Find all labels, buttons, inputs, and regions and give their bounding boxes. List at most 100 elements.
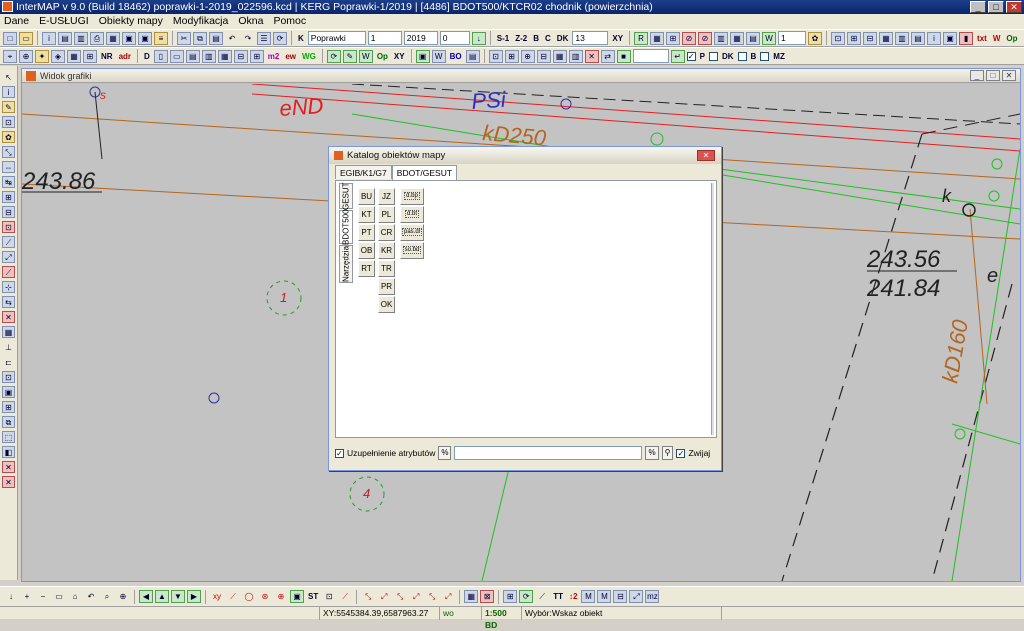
tool-icon[interactable]: ⊡ [831,31,846,45]
catalog-button-ob[interactable]: OB [358,242,375,259]
d-button[interactable]: D [142,50,152,63]
tool-icon[interactable]: ▣ [415,49,430,63]
catalog-button-dbp[interactable]: d.bp [400,188,424,205]
enter-icon[interactable]: ↵ [670,49,685,63]
tool-icon[interactable]: ⊞ [2,401,15,413]
collapse-checkbox[interactable]: ✓ [676,448,686,458]
nr-button[interactable]: NR [99,50,115,63]
tool-icon[interactable]: ▤ [746,31,761,45]
tool-icon[interactable]: ⊡ [2,371,15,383]
tool-number-input[interactable]: 1 [778,31,807,45]
tool-icon[interactable]: ⊞ [847,31,862,45]
tool-icon[interactable]: ⟋ [338,590,352,603]
map-close-button[interactable]: ✕ [1002,70,1016,81]
search-input[interactable] [454,446,643,460]
cut-icon[interactable]: ✂ [177,31,191,45]
dialog-close-button[interactable]: ✕ [697,150,715,161]
tool-icon[interactable]: ▦ [464,590,479,603]
tool-icon[interactable]: ⊟ [2,206,15,218]
pan-up-icon[interactable]: ▲ [155,590,169,603]
pointer-icon[interactable]: ↖ [2,71,15,83]
arrow-down-icon[interactable]: ↓ [4,590,18,603]
tool-icon[interactable]: ⊠ [480,590,495,603]
w-button[interactable]: W [991,32,1003,45]
op2-button[interactable]: Op [375,50,390,63]
tool-icon[interactable]: ⇄ [600,49,615,63]
tool-icon[interactable]: ⊏ [2,356,15,368]
tool-icon[interactable]: ↶ [84,590,98,603]
tool-icon[interactable]: ⤢ [629,590,644,603]
catalog-button-kt[interactable]: KT [358,206,375,223]
tool-icon[interactable]: ⟋ [2,236,15,248]
catalog-button-bu[interactable]: BU [358,188,375,205]
catalog-button-pl[interactable]: PL [378,206,395,223]
tool-icon[interactable]: ⊞ [2,191,15,203]
info-icon[interactable]: i [2,86,15,98]
attributes-checkbox[interactable]: ✓ [335,448,344,458]
tool-icon[interactable]: ▦ [217,49,232,63]
xy2-button[interactable]: XY [392,50,407,63]
list-icon[interactable]: ☰ [257,31,271,45]
tool-icon[interactable]: ⊟ [863,31,878,45]
tool-icon[interactable]: ⊕ [520,49,535,63]
tool-icon[interactable]: ▣ [2,386,15,398]
tool-icon[interactable]: ▦ [552,49,567,63]
tool-icon[interactable]: ▣ [290,590,304,603]
ew-button[interactable]: ew [283,50,298,63]
tool-icon[interactable]: ⊘ [682,31,697,45]
minus-icon[interactable]: − [36,590,50,603]
tab-egib[interactable]: EGIB/K1/G7 [335,165,392,179]
save-as-icon[interactable]: ▣ [138,31,152,45]
catalog-button-tr[interactable]: TR [378,260,395,277]
vtab-narzedzia[interactable]: Narzędzia [339,245,353,283]
pan-left-icon[interactable]: ◀ [139,590,153,603]
new-file-icon[interactable]: □ [3,31,17,45]
catalog-button-dbt[interactable]: d.bt [400,206,424,223]
menu-pomoc[interactable]: Pomoc [273,14,306,29]
blank-input[interactable] [632,49,669,63]
undo-icon[interactable]: ↶ [225,32,239,45]
b-button[interactable]: B [531,32,541,45]
tool-icon[interactable]: ✦ [35,49,49,63]
tool-icon[interactable]: ⊛ [258,590,272,603]
menu-obiekty-mapy[interactable]: Obiekty mapy [99,14,163,29]
z2-button[interactable]: Z-2 [513,32,529,45]
tool-icon[interactable]: ⊞ [503,590,518,603]
tool-icon[interactable]: ⊘ [698,31,713,45]
tool-icon[interactable]: ▦ [67,49,81,63]
tool-icon[interactable]: ✿ [2,131,15,143]
tool-icon[interactable]: ◯ [242,590,256,603]
tt-button[interactable]: TT [551,590,565,603]
menu-modyfikacja[interactable]: Modyfikacja [173,14,228,29]
tool-icon[interactable]: ⊡ [322,590,336,603]
tool-icon[interactable]: ⊡ [488,49,503,63]
tool-icon[interactable]: ⤡ [2,146,15,158]
binoculars-icon[interactable]: ⚲ [661,446,674,460]
number-input[interactable]: 1 [367,31,402,45]
tool-icon[interactable]: W [762,31,777,45]
catalog-button-sobd[interactable]: so.bd [400,242,424,259]
menu-dane[interactable]: Dane [4,14,29,29]
save-icon[interactable]: ▣ [122,31,136,45]
dk-checkbox[interactable] [708,51,718,61]
tool-icon[interactable]: ⇔ [2,161,15,173]
tool-icon[interactable]: ⊟ [613,590,628,603]
m2-button[interactable]: m2 [266,50,282,63]
tool-icon[interactable]: ▭ [169,49,184,63]
tool-icon[interactable]: ⤢ [377,590,391,603]
map-restore-button[interactable]: □ [986,70,1000,81]
tool-icon[interactable]: mz [645,590,660,603]
tool-icon[interactable]: ⊕ [19,49,33,63]
tool-icon[interactable]: ▦ [2,326,15,338]
tool-icon[interactable]: W [358,49,373,63]
zoom-icon[interactable]: ⊕ [116,590,130,603]
pan-down-icon[interactable]: ▼ [171,590,185,603]
tool-icon[interactable]: M [597,590,612,603]
catalog-button-rt[interactable]: RT [358,260,375,277]
tool-icon[interactable]: xy [210,590,224,603]
tool-icon[interactable]: ⊟ [536,49,551,63]
plus-icon[interactable]: + [20,590,34,603]
tool-icon[interactable]: M [581,590,596,603]
bo-button[interactable]: BO [448,50,464,63]
delete-all-icon[interactable]: ✕ [2,476,15,488]
